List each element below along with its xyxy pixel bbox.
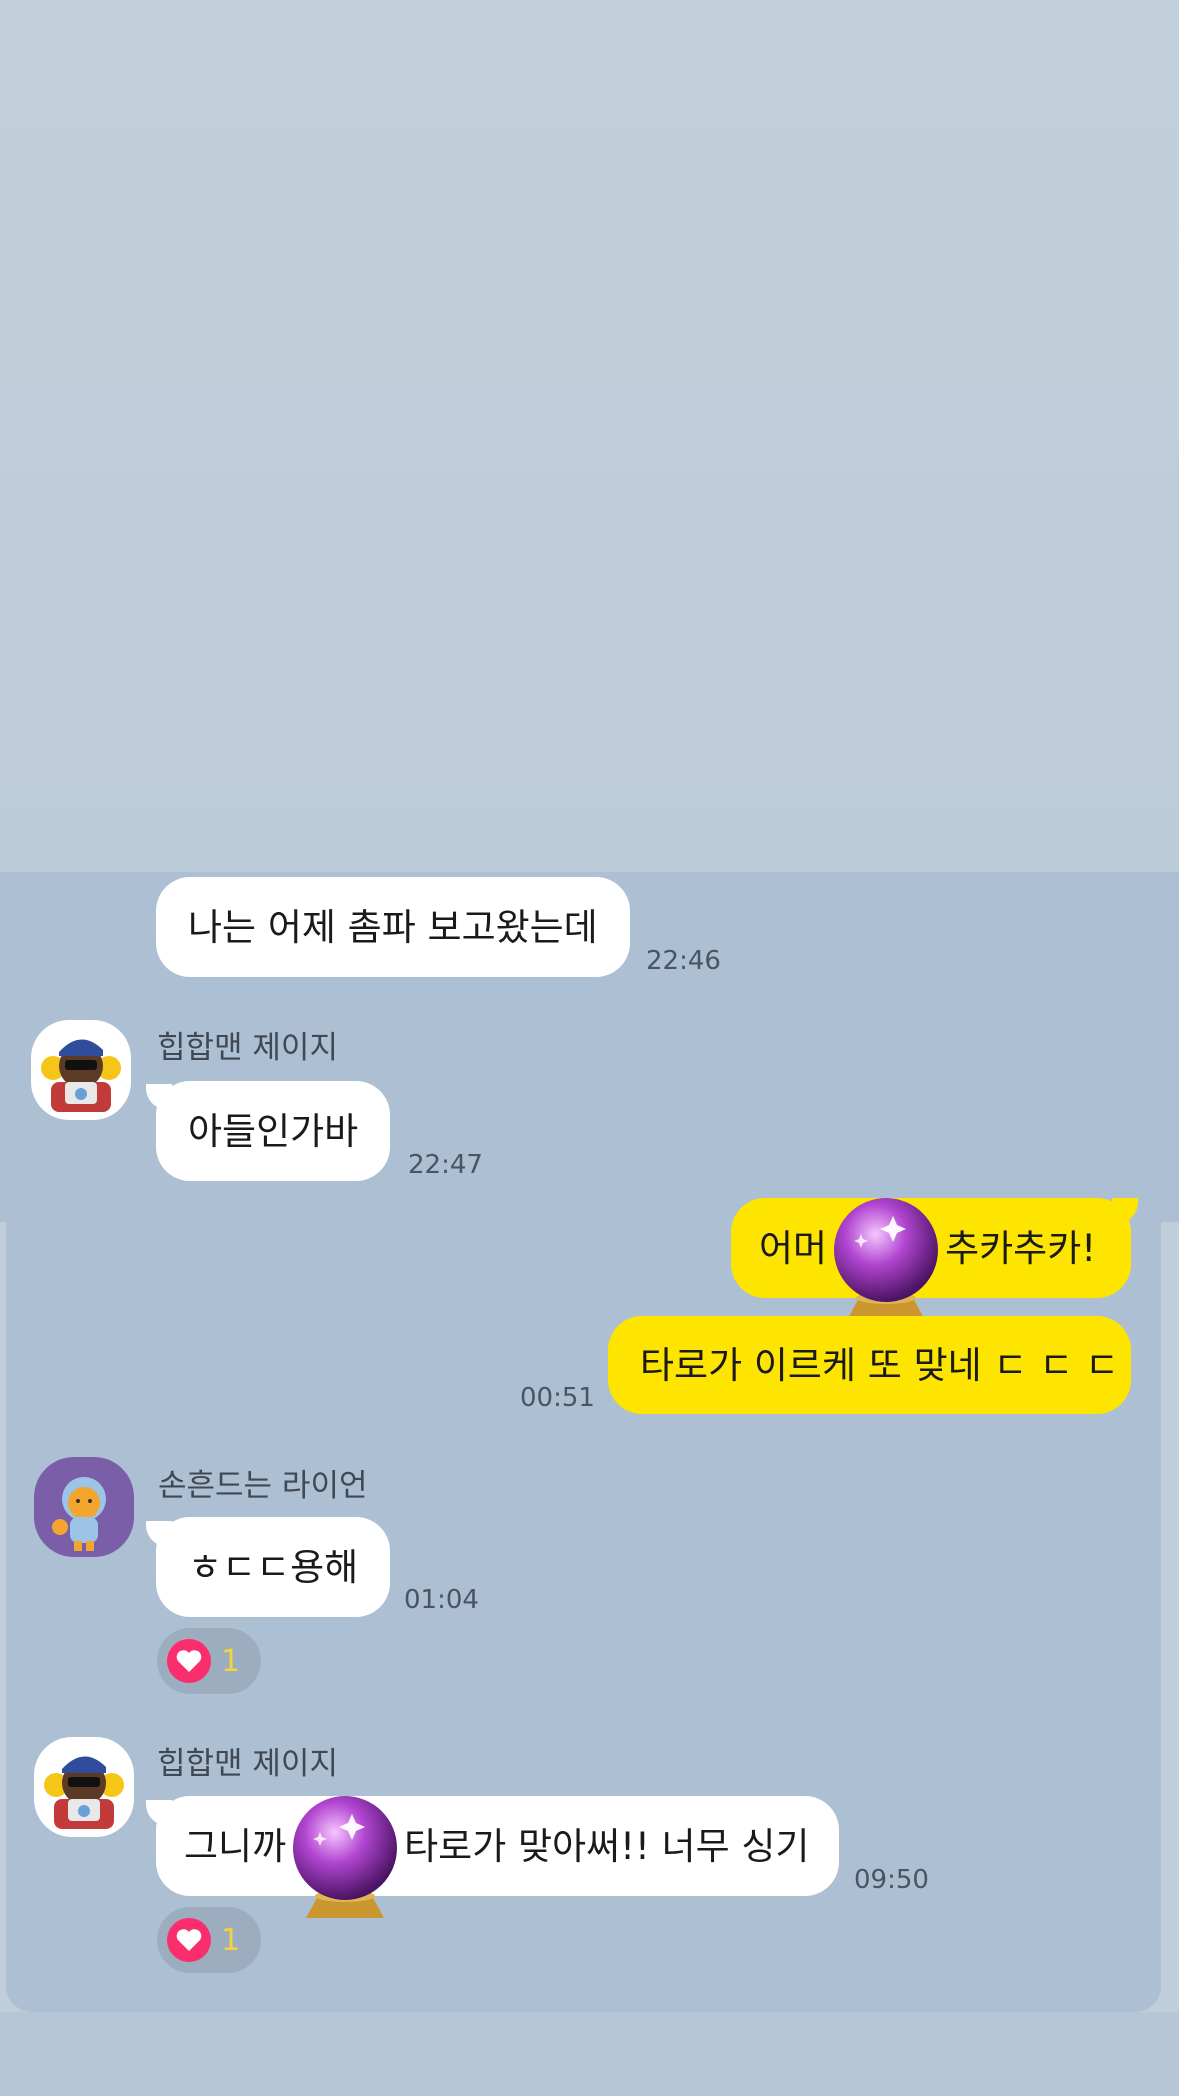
message-text: ㅎㄷㄷ용해 (188, 1545, 359, 1589)
message-time: 22:47 (408, 1150, 483, 1180)
sender-name: 힙합맨 제이지 (157, 1030, 338, 1066)
jayg-character-icon (34, 1737, 134, 1837)
message-bubble-incoming[interactable]: 나는 어제 촘파 보고왔는데 (156, 877, 630, 977)
heart-icon (167, 1639, 211, 1683)
empty-top-area (0, 0, 1179, 872)
heart-icon (167, 1918, 211, 1962)
message-bubble-incoming[interactable]: 아들인가바 (156, 1081, 391, 1181)
message-text: 어머 (759, 1226, 828, 1270)
message-bubble-incoming[interactable]: ㅎㄷㄷ용해 (156, 1517, 391, 1617)
message-text: 그니까 (184, 1824, 287, 1868)
message-bubble-incoming[interactable]: 그니까 타로가 맞아써!! 너무 싱기 (156, 1796, 839, 1918)
bottom-background (0, 2012, 1179, 2096)
crystal-ball-emoji (293, 1796, 398, 1918)
avatar-ryan[interactable] (34, 1457, 134, 1557)
crystal-ball-emoji (834, 1198, 939, 1320)
ryan-character-icon (34, 1457, 134, 1557)
avatar-jayg[interactable] (31, 1020, 131, 1120)
sender-name: 손흔드는 라이언 (158, 1468, 368, 1504)
message-text: 타로가 이르케 또 맞네 ㄷ ㄷ ㄷ (640, 1343, 1120, 1387)
message-text: 추카추카! (945, 1226, 1097, 1270)
message-time: 22:46 (646, 946, 721, 976)
message-time: 00:51 (520, 1383, 595, 1413)
jayg-character-icon (31, 1020, 131, 1120)
reaction-button[interactable]: 1 (157, 1907, 261, 1973)
message-text: 타로가 맞아써!! 너무 싱기 (404, 1824, 810, 1868)
message-text: 나는 어제 촘파 보고왔는데 (188, 905, 598, 949)
avatar-jayg[interactable] (34, 1737, 134, 1837)
reaction-button[interactable]: 1 (157, 1628, 261, 1694)
reaction-count: 1 (221, 1922, 241, 1958)
message-text: 아들인가바 (188, 1109, 359, 1153)
message-time: 09:50 (854, 1865, 929, 1895)
message-bubble-outgoing[interactable]: 타로가 이르케 또 맞네 ㄷ ㄷ ㄷ (608, 1316, 1131, 1414)
message-time: 01:04 (404, 1585, 479, 1615)
message-bubble-outgoing[interactable]: 어머 추카추카! (731, 1198, 1131, 1320)
sender-name: 힙합맨 제이지 (157, 1746, 338, 1782)
reaction-count: 1 (221, 1643, 241, 1679)
